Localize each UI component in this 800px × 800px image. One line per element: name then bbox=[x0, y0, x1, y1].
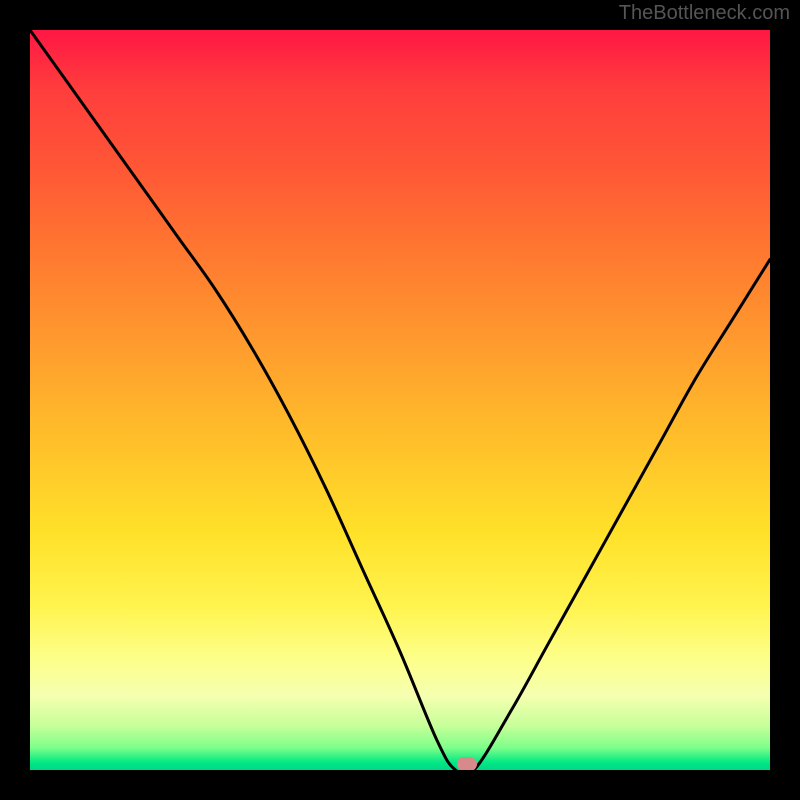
curve-svg bbox=[30, 30, 770, 770]
plot-area bbox=[30, 30, 770, 770]
chart-container: TheBottleneck.com bbox=[0, 0, 800, 800]
attribution-text: TheBottleneck.com bbox=[619, 2, 790, 25]
bottleneck-curve bbox=[30, 30, 770, 770]
optimal-marker bbox=[457, 757, 477, 770]
